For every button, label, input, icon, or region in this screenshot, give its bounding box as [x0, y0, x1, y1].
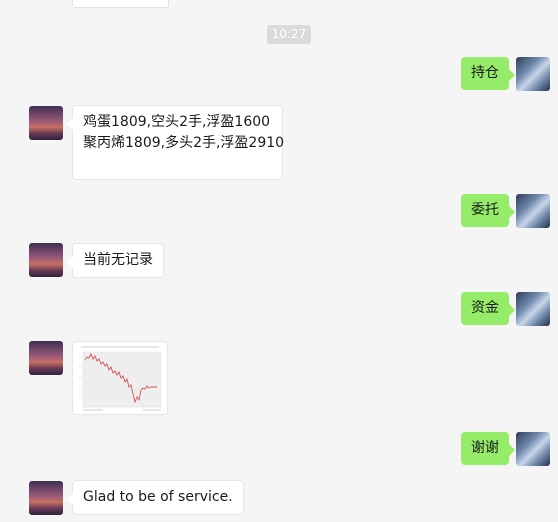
self-avatar[interactable]	[516, 57, 550, 91]
chart-plot-area	[82, 351, 162, 408]
outgoing-message-bubble[interactable]: 谢谢	[461, 432, 515, 465]
message-text: Glad to be of service.	[83, 489, 233, 505]
self-avatar[interactable]	[516, 432, 550, 466]
previous-image-card[interactable]	[72, 0, 169, 8]
message-line: 聚丙烯1809,多头2手,浮盈2910	[83, 135, 285, 151]
equity-chart-thumbnail	[78, 346, 162, 411]
message-text: 委托	[471, 202, 499, 218]
self-avatar[interactable]	[516, 292, 550, 326]
incoming-message-bubble[interactable]: Glad to be of service.	[67, 480, 244, 515]
chart-ticks	[78, 356, 82, 398]
bot-avatar[interactable]	[29, 481, 63, 515]
outgoing-message-bubble[interactable]: 委托	[461, 194, 515, 227]
message-text: 当前无记录	[83, 252, 153, 268]
message-line: 鸡蛋1809,空头2手,浮盈1600	[83, 114, 271, 130]
chart-image-message[interactable]	[72, 341, 168, 415]
message-text: 谢谢	[471, 440, 499, 456]
outgoing-message-bubble[interactable]: 资金	[461, 292, 515, 325]
message-text: 资金	[471, 300, 499, 316]
bot-avatar[interactable]	[29, 243, 63, 277]
bot-avatar[interactable]	[29, 106, 63, 140]
outgoing-message-bubble[interactable]: 持仓	[461, 57, 515, 90]
incoming-message-bubble[interactable]: 鸡蛋1809,空头2手,浮盈1600 聚丙烯1809,多头2手,浮盈2910	[67, 105, 285, 180]
timestamp: 10:27	[267, 25, 311, 44]
self-avatar[interactable]	[516, 194, 550, 228]
incoming-message-bubble[interactable]: 当前无记录	[67, 243, 164, 278]
message-text: 持仓	[471, 65, 499, 81]
bot-avatar[interactable]	[29, 341, 63, 375]
